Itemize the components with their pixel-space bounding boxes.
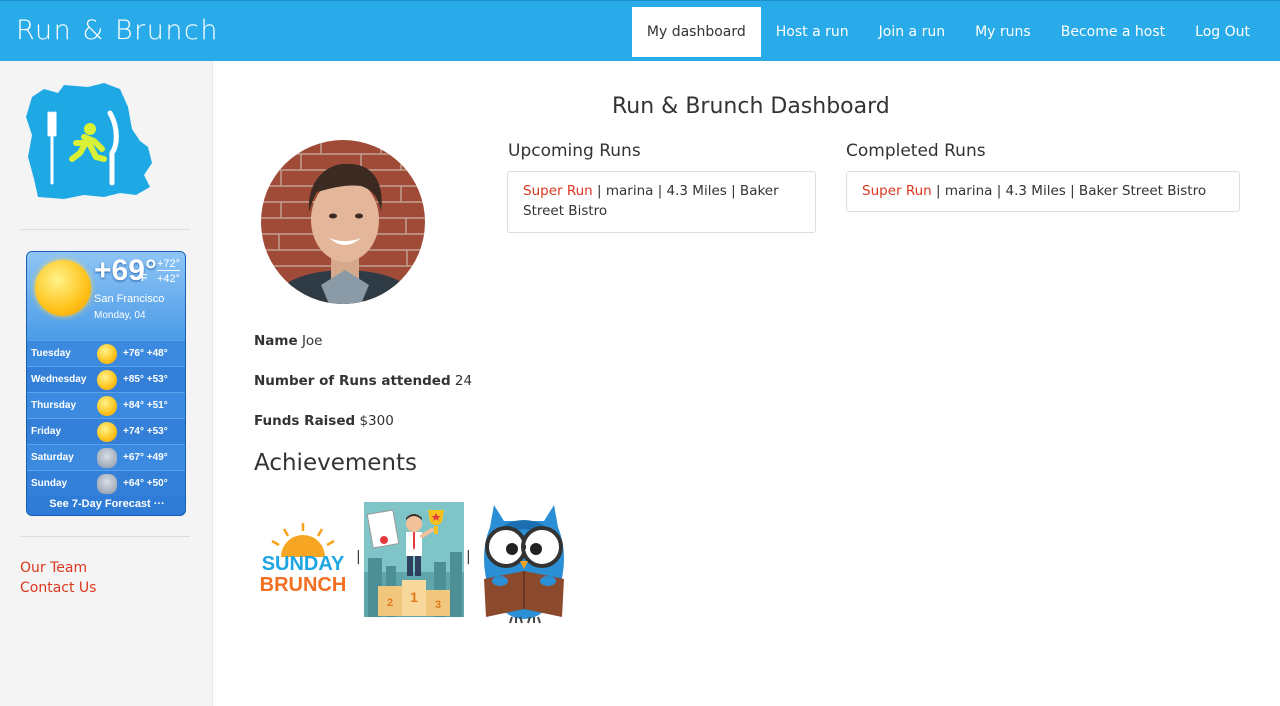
upcoming-run-link[interactable]: Super Run <box>523 183 593 199</box>
weather-widget[interactable]: +69° F +72° +42° San Francisco Monday, 0… <box>26 251 186 516</box>
rain-cloud-icon <box>97 473 117 494</box>
rain-cloud-icon <box>97 447 117 468</box>
sidebar-divider <box>20 229 190 230</box>
sidebar-divider <box>20 536 190 537</box>
forecast-row: Tuesday +76° +48° <box>27 340 185 366</box>
runs-value: 24 <box>454 373 473 389</box>
forecast-row: Wednesday +85° +53° <box>27 366 185 392</box>
forecast-list: Tuesday +76° +48° Wednesday +85° +53° Thur… <box>27 340 185 496</box>
contact-us-link[interactable]: Contact Us <box>20 578 96 598</box>
main-nav: My dashboard Host a run Join a run My ru… <box>631 7 1265 57</box>
completed-run-details: | marina | 4.3 Miles | Baker Street Bist… <box>931 183 1207 199</box>
weather-city: San Francisco <box>94 293 165 305</box>
nav-join-a-run[interactable]: Join a run <box>864 7 960 57</box>
nav-my-runs[interactable]: My runs <box>960 7 1046 57</box>
forecast-day: Sunday <box>31 478 68 489</box>
forecast-day: Saturday <box>31 452 74 463</box>
nav-host-a-run[interactable]: Host a run <box>761 7 864 57</box>
forecast-temps: +76° +48° <box>123 348 168 359</box>
forecast-row: Friday +74° +53° <box>27 418 185 444</box>
top-navbar: Run & Brunch My dashboard Host a run Joi… <box>0 0 1280 61</box>
sunny-icon <box>97 421 117 442</box>
sun-icon <box>35 260 91 316</box>
nav-log-out[interactable]: Log Out <box>1180 7 1265 57</box>
forecast-temps: +84° +51° <box>123 400 168 411</box>
sidebar-links: Our Team Contact Us <box>20 558 96 598</box>
forecast-day: Thursday <box>31 400 77 411</box>
dashboard-main: Run & Brunch Dashboard Upcoming Runs Sup… <box>214 61 1280 706</box>
forecast-temps: +64° +50° <box>123 478 168 489</box>
completed-runs-heading: Completed Runs <box>846 141 986 161</box>
sunny-icon <box>97 343 117 364</box>
current-temp: +69° <box>94 254 157 287</box>
temp-low: +42° <box>157 273 181 285</box>
achievements-heading: Achievements <box>254 450 417 476</box>
sunny-icon <box>97 369 117 390</box>
podium-place-2: 2 <box>387 597 393 609</box>
funds-value: $300 <box>359 413 394 429</box>
forecast-row: Thursday +84° +51° <box>27 392 185 418</box>
podium-place-1: 1 <box>410 589 418 605</box>
profile-runs: Number of Runs attended 24 <box>254 373 472 389</box>
profile-name: Name Joe <box>254 333 322 349</box>
name-label: Name <box>254 333 298 349</box>
profile-avatar <box>261 140 425 304</box>
badge-separator: | <box>356 549 361 565</box>
forecast-temps: +74° +53° <box>123 426 168 437</box>
completed-run-card: Super Run | marina | 4.3 Miles | Baker S… <box>846 171 1240 212</box>
sidebar: +69° F +72° +42° San Francisco Monday, 0… <box>0 61 213 706</box>
forecast-row: Saturday +67° +49° <box>27 444 185 470</box>
weather-current: +69° F +72° +42° San Francisco Monday, 0… <box>27 252 185 340</box>
podium-trophy-badge-icon: 1 2 3 <box>364 502 464 617</box>
sunny-icon <box>97 395 117 416</box>
forecast-link[interactable]: See 7-Day Forecast ··· <box>27 493 185 515</box>
forecast-temps: +85° +53° <box>123 374 168 385</box>
brand-logo-text[interactable]: Run & Brunch <box>16 15 219 46</box>
upcoming-runs-heading: Upcoming Runs <box>508 141 641 161</box>
temp-high: +72° <box>157 258 181 271</box>
forecast-day: Friday <box>31 426 62 437</box>
fork-runner-knife-logo-icon[interactable] <box>24 83 156 201</box>
our-team-link[interactable]: Our Team <box>20 558 96 578</box>
runs-label: Number of Runs attended <box>254 373 451 389</box>
completed-run-link[interactable]: Super Run <box>862 183 932 199</box>
upcoming-run-card: Super Run | marina | 4.3 Miles | Baker S… <box>507 171 816 233</box>
nav-become-a-host[interactable]: Become a host <box>1046 7 1180 57</box>
badge-separator: | <box>466 549 471 565</box>
funds-label: Funds Raised <box>254 413 356 429</box>
podium-place-3: 3 <box>435 599 441 611</box>
owl-reader-badge-icon <box>484 505 564 624</box>
badge-sunday-text: SUNDAY <box>262 553 345 575</box>
badge-brunch-text: BRUNCH <box>260 574 347 596</box>
page-title: Run & Brunch Dashboard <box>612 94 890 119</box>
weather-date: Monday, 04 <box>94 310 146 321</box>
profile-funds: Funds Raised $300 <box>254 413 394 429</box>
temp-unit: F <box>141 273 148 284</box>
sunday-brunch-badge-icon: SUNDAY BRUNCH <box>260 523 347 596</box>
forecast-day: Tuesday <box>31 348 71 359</box>
name-value: Joe <box>301 333 323 349</box>
forecast-day: Wednesday <box>31 374 87 385</box>
forecast-temps: +67° +49° <box>123 452 168 463</box>
nav-my-dashboard[interactable]: My dashboard <box>631 7 761 57</box>
